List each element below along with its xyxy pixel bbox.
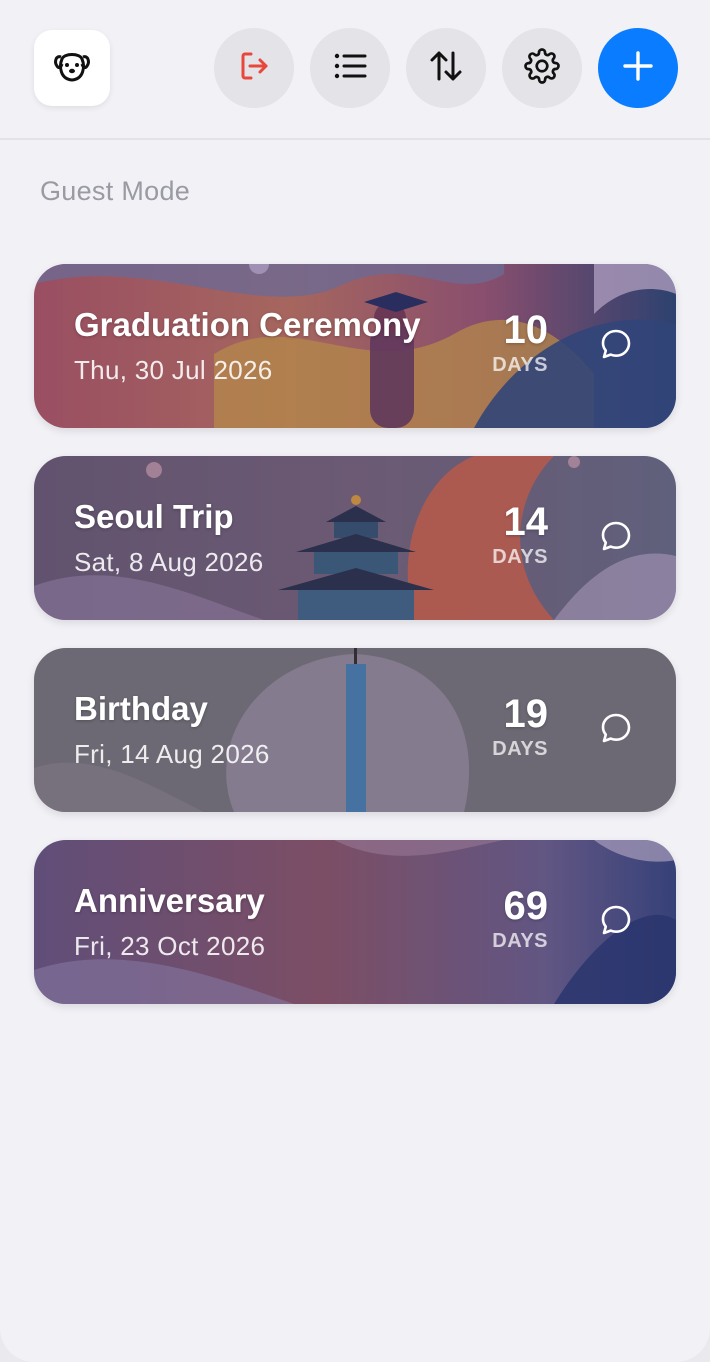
dog-face-icon bbox=[52, 46, 92, 91]
comment-button[interactable] bbox=[596, 518, 636, 558]
event-title: Birthday bbox=[74, 690, 208, 727]
event-date: Fri, 23 Oct 2026 bbox=[74, 931, 266, 961]
days-remaining-count: 14 bbox=[503, 500, 549, 544]
event-title: Graduation Ceremony bbox=[74, 306, 421, 343]
gear-icon bbox=[524, 47, 560, 89]
comment-button[interactable] bbox=[596, 326, 636, 366]
event-date: Sat, 8 Aug 2026 bbox=[74, 547, 264, 577]
event-date: Fri, 14 Aug 2026 bbox=[74, 739, 270, 769]
days-unit-label: DAYS bbox=[492, 738, 548, 760]
guest-mode-label: Guest Mode bbox=[40, 176, 191, 206]
event-card-birthday[interactable]: Birthday Fri, 14 Aug 2026 19 DAYS bbox=[34, 648, 676, 812]
sort-button[interactable] bbox=[406, 28, 486, 108]
app-logo[interactable] bbox=[34, 30, 110, 106]
comment-button[interactable] bbox=[596, 902, 636, 942]
event-date: Thu, 30 Jul 2026 bbox=[74, 355, 273, 385]
days-remaining-count: 10 bbox=[503, 308, 549, 352]
comment-icon bbox=[599, 327, 633, 366]
add-event-button[interactable] bbox=[598, 28, 678, 108]
event-title: Anniversary bbox=[74, 882, 265, 919]
days-remaining-count: 19 bbox=[503, 692, 549, 736]
days-unit-label: DAYS bbox=[492, 546, 548, 568]
days-unit-label: DAYS bbox=[492, 930, 548, 952]
event-card-seoul-trip[interactable]: Seoul Trip Sat, 8 Aug 2026 14 DAYS bbox=[34, 456, 676, 620]
card-overlay bbox=[34, 264, 676, 428]
card-overlay bbox=[34, 456, 676, 620]
comment-icon bbox=[599, 903, 633, 942]
event-title: Seoul Trip bbox=[74, 498, 234, 535]
event-card-anniversary[interactable]: Anniversary Fri, 23 Oct 2026 69 DAYS bbox=[34, 840, 676, 1004]
logout-button[interactable] bbox=[214, 28, 294, 108]
card-overlay bbox=[34, 648, 676, 812]
event-card-graduation[interactable]: Graduation Ceremony Thu, 30 Jul 2026 10 … bbox=[34, 264, 676, 428]
plus-icon bbox=[620, 48, 656, 89]
comment-icon bbox=[599, 711, 633, 750]
card-overlay bbox=[34, 840, 676, 1004]
list-icon bbox=[332, 48, 368, 89]
top-toolbar bbox=[0, 0, 710, 140]
app-screen: Guest Mode Graduation Ceremony Thu, 30 J… bbox=[0, 0, 710, 1362]
sort-icon bbox=[428, 48, 464, 89]
logout-icon bbox=[236, 48, 272, 89]
comment-button[interactable] bbox=[596, 710, 636, 750]
days-unit-label: DAYS bbox=[492, 354, 548, 376]
days-remaining-count: 69 bbox=[503, 884, 549, 928]
list-view-button[interactable] bbox=[310, 28, 390, 108]
settings-button[interactable] bbox=[502, 28, 582, 108]
comment-icon bbox=[599, 519, 633, 558]
